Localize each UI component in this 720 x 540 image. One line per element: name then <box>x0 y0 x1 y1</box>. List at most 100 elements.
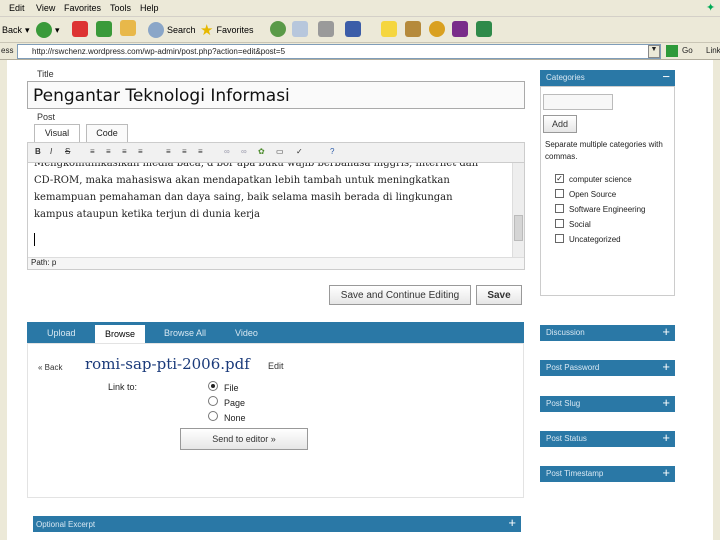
align-right-icon[interactable]: ≡ <box>198 147 208 157</box>
category-label: Social <box>569 220 591 229</box>
optional-excerpt-panel[interactable]: Optional Excerpt + <box>33 515 521 532</box>
messenger-icon[interactable] <box>429 21 445 37</box>
align-left-icon[interactable]: ≡ <box>166 147 176 157</box>
go-arrow-icon[interactable] <box>666 45 678 57</box>
stop-icon[interactable] <box>72 21 88 37</box>
outdent-icon[interactable]: ≡ <box>138 147 148 157</box>
help-icon[interactable]: ? <box>330 147 340 157</box>
category-label: Open Source <box>569 190 617 199</box>
new-category-input[interactable] <box>543 94 613 110</box>
tab-browse-all[interactable]: Browse All <box>164 328 206 338</box>
categories-hint: Separate multiple categories with commas… <box>545 140 663 161</box>
post-timestamp-panel[interactable]: Post Timestamp + <box>540 465 675 482</box>
tab-browse[interactable]: Browse <box>95 325 145 343</box>
favorites-button[interactable]: ★ Favorites <box>200 20 253 40</box>
post-status-panel[interactable]: Post Status + <box>540 430 675 447</box>
category-checkbox[interactable] <box>555 219 564 228</box>
panel-title: Post Timestamp <box>546 469 604 478</box>
mail-icon[interactable] <box>292 21 308 37</box>
title-label: Title <box>37 69 54 79</box>
edit-link[interactable]: Edit <box>268 361 284 371</box>
image-icon[interactable]: ✿ <box>258 147 268 157</box>
expand-icon[interactable]: + <box>662 465 670 480</box>
radio-file-label: File <box>224 383 239 393</box>
menu-tools[interactable]: Tools <box>110 3 131 13</box>
menu-edit[interactable]: Edit <box>9 3 25 13</box>
strikethrough-icon[interactable]: S <box>65 147 75 157</box>
link-icon[interactable]: ∞ <box>224 147 234 157</box>
categories-header[interactable]: Categories − <box>540 69 675 86</box>
search-label: Search <box>167 25 196 35</box>
home-icon[interactable] <box>120 20 136 36</box>
word-icon[interactable] <box>345 21 361 37</box>
bullet-list-icon[interactable]: ≡ <box>90 147 100 157</box>
blockquote-icon[interactable]: ≡ <box>122 147 132 157</box>
links-label[interactable]: Link <box>706 46 720 55</box>
history-icon[interactable] <box>270 21 286 37</box>
post-slug-panel[interactable]: Post Slug + <box>540 395 675 412</box>
expand-icon[interactable]: + <box>662 359 670 374</box>
save-button[interactable]: Save <box>476 285 522 305</box>
research-icon[interactable] <box>405 21 421 37</box>
print-icon[interactable] <box>318 21 334 37</box>
search-button[interactable]: Search <box>148 20 196 40</box>
menu-favorites[interactable]: Favorites <box>64 3 101 13</box>
tab-upload[interactable]: Upload <box>47 328 76 338</box>
expand-icon[interactable]: + <box>662 395 670 410</box>
more-icon[interactable]: ▭ <box>276 147 286 157</box>
category-checkbox[interactable] <box>555 204 564 213</box>
editor-scrollbar[interactable] <box>512 163 524 257</box>
post-title-text: Pengantar Teknologi Informasi <box>33 86 290 106</box>
notes-icon[interactable] <box>381 21 397 37</box>
discussion-panel[interactable]: Discussion + <box>540 324 675 341</box>
italic-icon[interactable]: I <box>50 147 60 157</box>
url-dropdown-icon[interactable]: ▼ <box>648 45 660 58</box>
unlink-icon[interactable]: ∞ <box>241 147 251 157</box>
expand-icon[interactable]: + <box>662 430 670 445</box>
spellcheck-icon[interactable]: ✓ <box>296 147 306 157</box>
save-continue-button[interactable]: Save and Continue Editing <box>329 285 471 305</box>
add-category-button[interactable]: Add <box>543 115 577 133</box>
editor-line: CD-ROM, maka mahasiswa akan mendapatkan … <box>34 175 450 186</box>
scrollbar-thumb[interactable] <box>514 215 523 241</box>
expand-icon[interactable]: + <box>508 515 516 530</box>
category-checkbox[interactable] <box>555 234 564 243</box>
post-password-panel[interactable]: Post Password + <box>540 359 675 376</box>
menu-help[interactable]: Help <box>140 3 159 13</box>
collapse-icon[interactable]: − <box>662 69 670 84</box>
send-to-editor-button[interactable]: Send to editor » <box>180 428 308 450</box>
menu-view[interactable]: View <box>36 3 55 13</box>
toolbar-extra-icon[interactable] <box>476 21 492 37</box>
category-checkbox[interactable]: ✓ <box>555 174 564 183</box>
tab-video[interactable]: Video <box>235 328 258 338</box>
editor-content[interactable]: Mengkomunikasikan media baca, d bor apa … <box>34 163 510 257</box>
forward-button[interactable]: ▾ <box>36 20 60 40</box>
window-border-right <box>713 60 720 540</box>
address-label: ess <box>1 46 14 55</box>
panel-title: Post Slug <box>546 399 581 408</box>
radio-none[interactable] <box>208 411 218 421</box>
back-link[interactable]: « Back <box>38 363 62 372</box>
category-checkbox[interactable] <box>555 189 564 198</box>
expand-icon[interactable]: + <box>662 324 670 339</box>
url-input[interactable]: http://rswchenz.wordpress.com/wp-admin/p… <box>17 44 661 59</box>
tab-code[interactable]: Code <box>86 124 128 142</box>
star-icon: ★ <box>200 22 214 39</box>
post-title-input[interactable]: Pengantar Teknologi Informasi <box>27 81 525 109</box>
editor-line: kemampuan pemahaman dan daya saing, baik… <box>34 192 453 203</box>
align-center-icon[interactable]: ≡ <box>182 147 192 157</box>
tab-visual[interactable]: Visual <box>34 124 80 142</box>
path-text: Path: p <box>31 258 57 267</box>
yahoo-icon[interactable] <box>452 21 468 37</box>
back-button[interactable]: Back ▾ <box>2 20 30 40</box>
radio-page[interactable] <box>208 396 218 406</box>
numbered-list-icon[interactable]: ≡ <box>106 147 116 157</box>
refresh-icon[interactable] <box>96 21 112 37</box>
bold-icon[interactable]: B <box>35 147 45 157</box>
go-button[interactable]: Go <box>682 46 693 55</box>
editor-line: Mengkomunikasikan media baca, d bor apa … <box>34 163 479 169</box>
category-label: computer science <box>569 175 632 184</box>
radio-file[interactable] <box>208 381 218 391</box>
radio-none-label: None <box>224 413 246 423</box>
radio-page-label: Page <box>224 398 246 408</box>
